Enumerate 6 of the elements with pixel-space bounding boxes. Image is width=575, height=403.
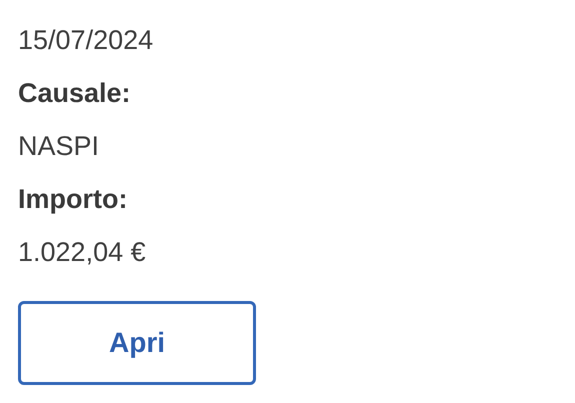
field-value: 15/07/2024 [18,24,154,57]
field-label: Importo: [18,183,128,216]
field-label: Causale: [18,77,131,110]
field-value: NASPI [18,130,100,163]
field-value: 1.022,04 € [18,236,146,269]
open-button[interactable]: Apri [18,301,256,385]
